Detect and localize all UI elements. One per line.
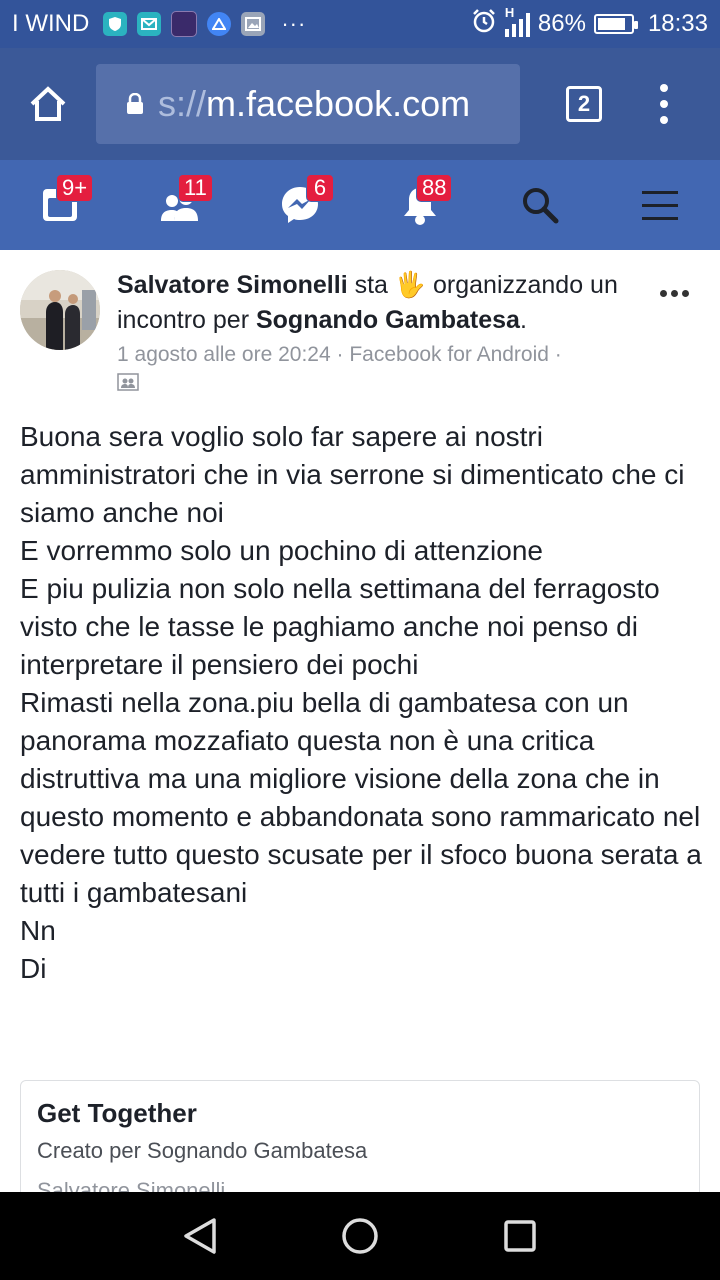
- post: Salvatore Simonelli sta 🖐 organizzando u…: [0, 250, 720, 1192]
- browser-menu-button[interactable]: [644, 84, 684, 124]
- news-feed-badge: 9+: [56, 174, 94, 202]
- image-icon: [241, 12, 266, 36]
- activity-end: .: [519, 306, 527, 334]
- mail-icon: [137, 12, 162, 36]
- post-meta: 1 agosto alle ore 20:24 · Facebook for A…: [117, 340, 657, 400]
- event-title: Get Together: [37, 1098, 197, 1128]
- system-indicators: H 86% 18:33: [471, 5, 708, 41]
- more-notifications-indicator: ···: [281, 11, 307, 36]
- nav-messages[interactable]: 6: [240, 160, 360, 250]
- signal-icon: H: [504, 5, 530, 37]
- post-paragraph: Di: [20, 953, 47, 984]
- nav-search[interactable]: [480, 160, 600, 250]
- recents-square-icon: [504, 1220, 536, 1252]
- nav-notifications[interactable]: 88: [360, 160, 480, 250]
- facebook-nav-bar: 9+ 11 6 88: [0, 160, 720, 250]
- home-icon: [30, 86, 66, 121]
- activity-emoji: 🖐: [394, 271, 427, 299]
- browser-toolbar: s://m.facebook.com 2: [0, 48, 720, 160]
- post-timestamp[interactable]: 1 agosto alle ore 20:24 · Facebook for A…: [117, 343, 562, 366]
- post-header: Salvatore Simonelli sta 🖐 organizzando u…: [117, 268, 647, 338]
- address-bar[interactable]: s://m.facebook.com: [96, 64, 520, 144]
- post-body: Buona sera voglio solo far sapere ai nos…: [20, 418, 710, 988]
- shield-app-icon: [103, 12, 128, 36]
- nav-friend-requests[interactable]: 11: [120, 160, 240, 250]
- status-bar: I WIND ··· H 86% 18:33: [0, 0, 720, 48]
- post-paragraph: Rimasti nella zona.piu bella di gambates…: [20, 687, 702, 908]
- home-button[interactable]: [0, 48, 96, 160]
- app-thumbnail-icon: [171, 11, 198, 37]
- clock: 18:33: [647, 10, 708, 37]
- lock-icon: [127, 93, 143, 114]
- post-paragraph: Nn: [20, 915, 56, 946]
- battery-icon: [593, 14, 638, 34]
- back-button[interactable]: [178, 1214, 222, 1258]
- friend-requests-badge: 11: [178, 174, 213, 202]
- home-nav-button[interactable]: [338, 1214, 382, 1258]
- messages-badge: 6: [306, 174, 334, 202]
- home-circle-icon: [342, 1218, 378, 1254]
- url-text: s://m.facebook.com: [158, 83, 470, 125]
- android-navigation-bar: [0, 1192, 720, 1280]
- carrier-name: I WIND: [12, 10, 90, 37]
- event-organizer: Salvatore Simonelli: [37, 1178, 226, 1192]
- notification-icons: ···: [103, 11, 306, 37]
- privacy-icon[interactable]: [117, 370, 139, 400]
- url-domain: m.facebook.com: [206, 83, 471, 124]
- nav-news-feed[interactable]: 9+: [0, 160, 120, 250]
- battery-percent: 86%: [537, 10, 586, 37]
- author-avatar[interactable]: [20, 270, 100, 350]
- post-options-button[interactable]: [660, 290, 689, 297]
- network-type-label: H: [504, 5, 515, 20]
- recents-button[interactable]: [498, 1214, 542, 1258]
- activity-prefix: sta: [354, 271, 388, 299]
- search-icon: [523, 188, 559, 224]
- event-subtitle: Creato per Sognando Gambatesa: [37, 1138, 368, 1163]
- group-name[interactable]: Sognando Gambatesa: [256, 306, 520, 334]
- post-paragraph: Buona sera voglio solo far sapere ai nos…: [20, 421, 685, 528]
- drive-icon: [207, 12, 232, 36]
- event-card[interactable]: Get Together Creato per Sognando Gambate…: [20, 1080, 700, 1192]
- nav-menu[interactable]: [600, 160, 720, 250]
- tab-switcher-button[interactable]: 2: [566, 86, 602, 122]
- notifications-badge: 88: [416, 174, 453, 202]
- back-triangle-icon: [184, 1218, 216, 1254]
- hamburger-menu-icon: [642, 191, 678, 220]
- post-paragraph: E vorremmo solo un pochino di attenzione: [20, 535, 543, 566]
- post-paragraph: E piu pulizia non solo nella settimana d…: [20, 573, 660, 680]
- url-scheme: s://: [158, 83, 207, 124]
- alarm-icon: [471, 8, 497, 41]
- author-name[interactable]: Salvatore Simonelli: [117, 271, 348, 299]
